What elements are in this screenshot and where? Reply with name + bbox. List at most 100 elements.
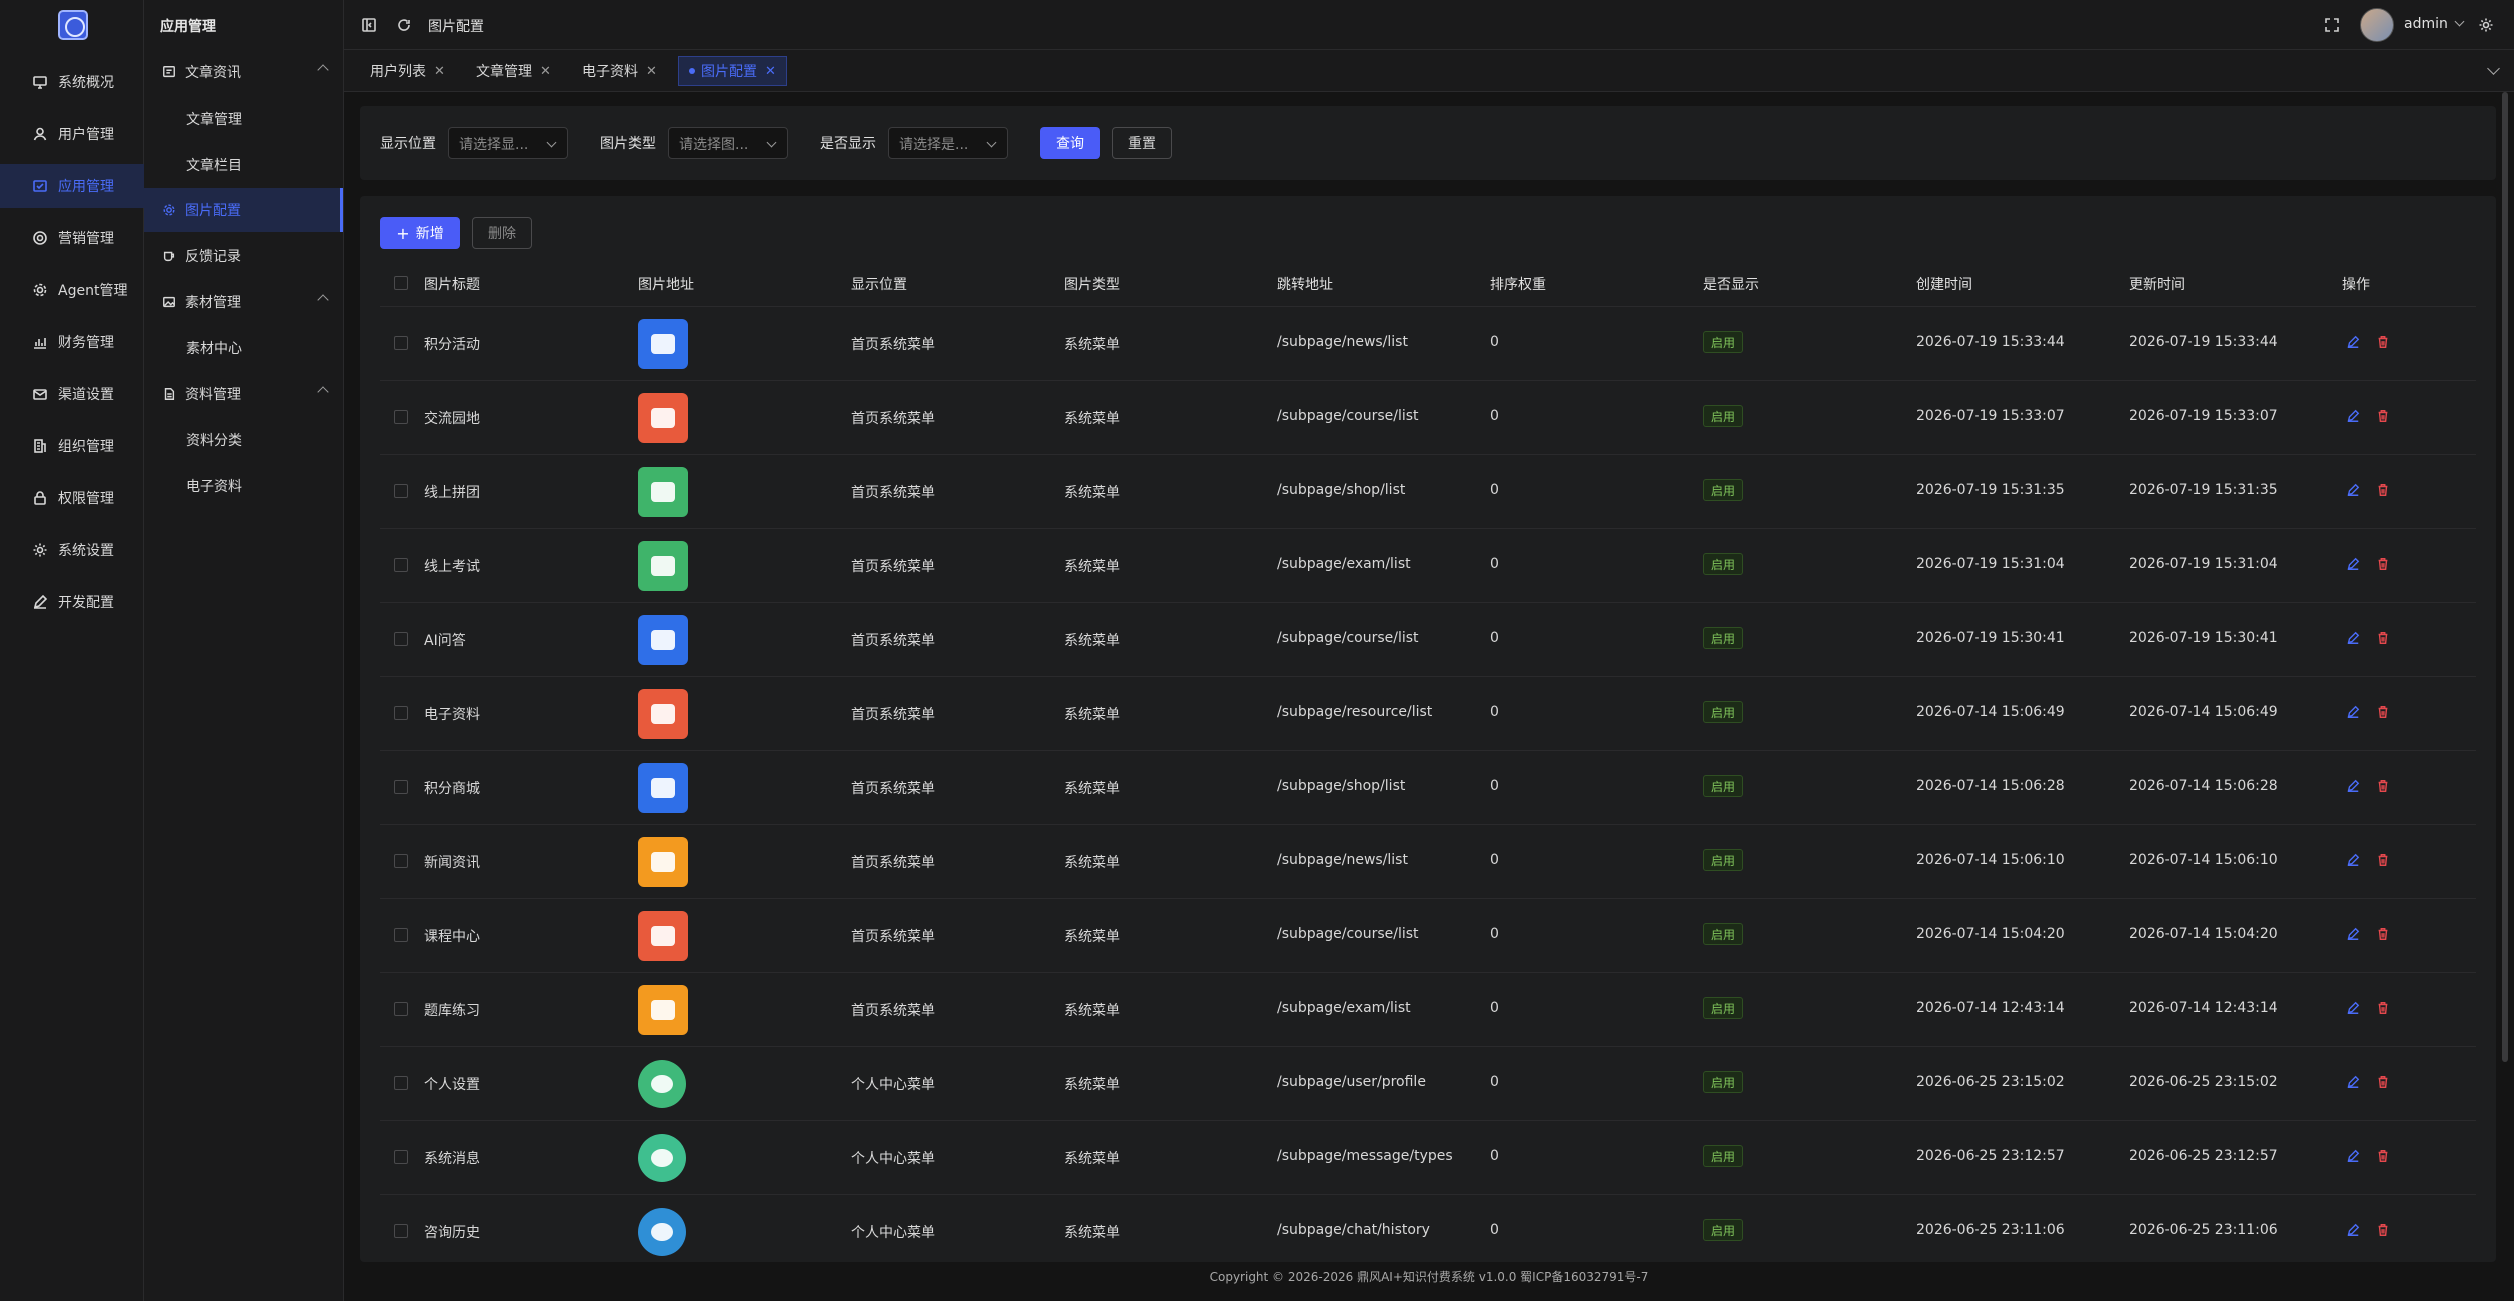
- edit-icon[interactable]: [2346, 631, 2360, 645]
- row-checkbox[interactable]: [394, 336, 408, 350]
- rail-item-1[interactable]: 用户管理: [0, 112, 144, 156]
- edit-icon[interactable]: [2346, 1001, 2360, 1015]
- submenu-item-article-column[interactable]: 文章栏目: [144, 143, 343, 187]
- user-icon: [32, 126, 48, 142]
- close-icon[interactable]: ✕: [434, 64, 445, 79]
- submenu-item-feedback[interactable]: 反馈记录: [144, 236, 343, 276]
- tab-label: 用户列表: [370, 64, 426, 80]
- row-checkbox[interactable]: [394, 928, 408, 942]
- rail-item-0[interactable]: 系统概况: [0, 60, 144, 104]
- submenu-item-resource-category[interactable]: 资料分类: [144, 418, 343, 462]
- image-title: 积分商城: [424, 781, 480, 797]
- edit-icon[interactable]: [2346, 409, 2360, 423]
- delete-icon[interactable]: [2376, 483, 2390, 497]
- app-logo[interactable]: [58, 10, 88, 40]
- status-badge: 启用: [1703, 553, 1744, 575]
- delete-icon[interactable]: [2376, 409, 2390, 423]
- submenu-group-resources[interactable]: 资料管理: [144, 374, 343, 414]
- tab-user-list[interactable]: 用户列表 ✕: [360, 56, 455, 86]
- chevron-down-icon[interactable]: [2454, 16, 2465, 27]
- submenu-item-image-config[interactable]: 图片配置: [144, 188, 343, 232]
- rail-item-2[interactable]: 应用管理: [0, 164, 144, 208]
- submenu-group-materials[interactable]: 素材管理: [144, 282, 343, 322]
- delete-icon[interactable]: [2376, 1001, 2390, 1015]
- row-checkbox[interactable]: [394, 1076, 408, 1090]
- rail-item-7[interactable]: 组织管理: [0, 424, 144, 468]
- rail-item-8[interactable]: 权限管理: [0, 476, 144, 520]
- close-icon[interactable]: ✕: [765, 64, 776, 79]
- settings-icon[interactable]: [2478, 17, 2494, 33]
- rail-item-4[interactable]: Agent管理: [0, 268, 144, 312]
- delete-icon[interactable]: [2376, 557, 2390, 571]
- sort-weight: 0: [1490, 704, 1499, 720]
- submenu-item-material-center[interactable]: 素材中心: [144, 326, 343, 370]
- delete-icon[interactable]: [2376, 705, 2390, 719]
- type-select[interactable]: 请选择图...: [668, 127, 788, 159]
- show-select[interactable]: 请选择是...: [888, 127, 1008, 159]
- avatar[interactable]: [2360, 8, 2394, 42]
- row-checkbox[interactable]: [394, 410, 408, 424]
- edit-icon[interactable]: [2346, 335, 2360, 349]
- chevron-down-icon[interactable]: [2487, 62, 2500, 75]
- edit-icon[interactable]: [2346, 705, 2360, 719]
- settings-icon: [32, 542, 48, 558]
- position-label: 显示位置: [380, 136, 436, 152]
- row-checkbox[interactable]: [394, 1002, 408, 1016]
- edit-icon[interactable]: [2346, 483, 2360, 497]
- edit-icon[interactable]: [2346, 1223, 2360, 1237]
- edit-icon[interactable]: [2346, 927, 2360, 941]
- tab-image-config[interactable]: 图片配置 ✕: [678, 56, 787, 86]
- row-checkbox[interactable]: [394, 632, 408, 646]
- delete-icon[interactable]: [2376, 335, 2390, 349]
- page-scrollbar[interactable]: [2502, 92, 2508, 1062]
- tab-e-resources[interactable]: 电子资料 ✕: [572, 56, 667, 86]
- submenu-group-articles[interactable]: 文章资讯: [144, 52, 343, 92]
- rail-item-3[interactable]: 营销管理: [0, 216, 144, 260]
- row-checkbox[interactable]: [394, 484, 408, 498]
- edit-icon[interactable]: [2346, 779, 2360, 793]
- jump-url: /subpage/message/types: [1277, 1148, 1453, 1164]
- row-checkbox[interactable]: [394, 706, 408, 720]
- row-checkbox[interactable]: [394, 558, 408, 572]
- add-button[interactable]: + 新增: [380, 217, 460, 249]
- status-badge: 启用: [1703, 775, 1744, 797]
- fullscreen-icon[interactable]: [2324, 17, 2340, 33]
- edit-icon[interactable]: [2346, 1075, 2360, 1089]
- row-checkbox[interactable]: [394, 1224, 408, 1238]
- edit-icon[interactable]: [2346, 1149, 2360, 1163]
- status-badge: 启用: [1703, 1071, 1744, 1093]
- close-icon[interactable]: ✕: [540, 64, 551, 79]
- delete-icon[interactable]: [2376, 1223, 2390, 1237]
- row-checkbox[interactable]: [394, 1150, 408, 1164]
- query-button[interactable]: 查询: [1040, 127, 1100, 159]
- edit-icon[interactable]: [2346, 557, 2360, 571]
- row-checkbox[interactable]: [394, 780, 408, 794]
- submenu-item-article-manage[interactable]: 文章管理: [144, 97, 343, 141]
- close-icon[interactable]: ✕: [646, 64, 657, 79]
- row-checkbox[interactable]: [394, 854, 408, 868]
- edit-icon[interactable]: [2346, 853, 2360, 867]
- reset-button[interactable]: 重置: [1112, 127, 1172, 159]
- delete-icon[interactable]: [2376, 631, 2390, 645]
- delete-button[interactable]: 删除: [472, 217, 532, 249]
- select-all-checkbox[interactable]: [394, 276, 408, 290]
- user-name[interactable]: admin: [2404, 16, 2448, 32]
- delete-icon[interactable]: [2376, 779, 2390, 793]
- building-icon: [32, 438, 48, 454]
- rail-item-9[interactable]: 系统设置: [0, 528, 144, 572]
- delete-icon[interactable]: [2376, 927, 2390, 941]
- collapse-sidebar-icon[interactable]: [361, 17, 377, 33]
- image-type: 系统菜单: [1064, 1225, 1120, 1241]
- position-select[interactable]: 请选择显...: [448, 127, 568, 159]
- chevron-up-icon: [317, 64, 329, 76]
- sort-weight: 0: [1490, 1148, 1499, 1164]
- tab-article-manage[interactable]: 文章管理 ✕: [466, 56, 561, 86]
- rail-item-6[interactable]: 渠道设置: [0, 372, 144, 416]
- rail-item-5[interactable]: 财务管理: [0, 320, 144, 364]
- rail-item-10[interactable]: 开发配置: [0, 580, 144, 624]
- delete-icon[interactable]: [2376, 1149, 2390, 1163]
- submenu-item-e-resources[interactable]: 电子资料: [144, 464, 343, 508]
- refresh-icon[interactable]: [396, 17, 412, 33]
- delete-icon[interactable]: [2376, 1075, 2390, 1089]
- delete-icon[interactable]: [2376, 853, 2390, 867]
